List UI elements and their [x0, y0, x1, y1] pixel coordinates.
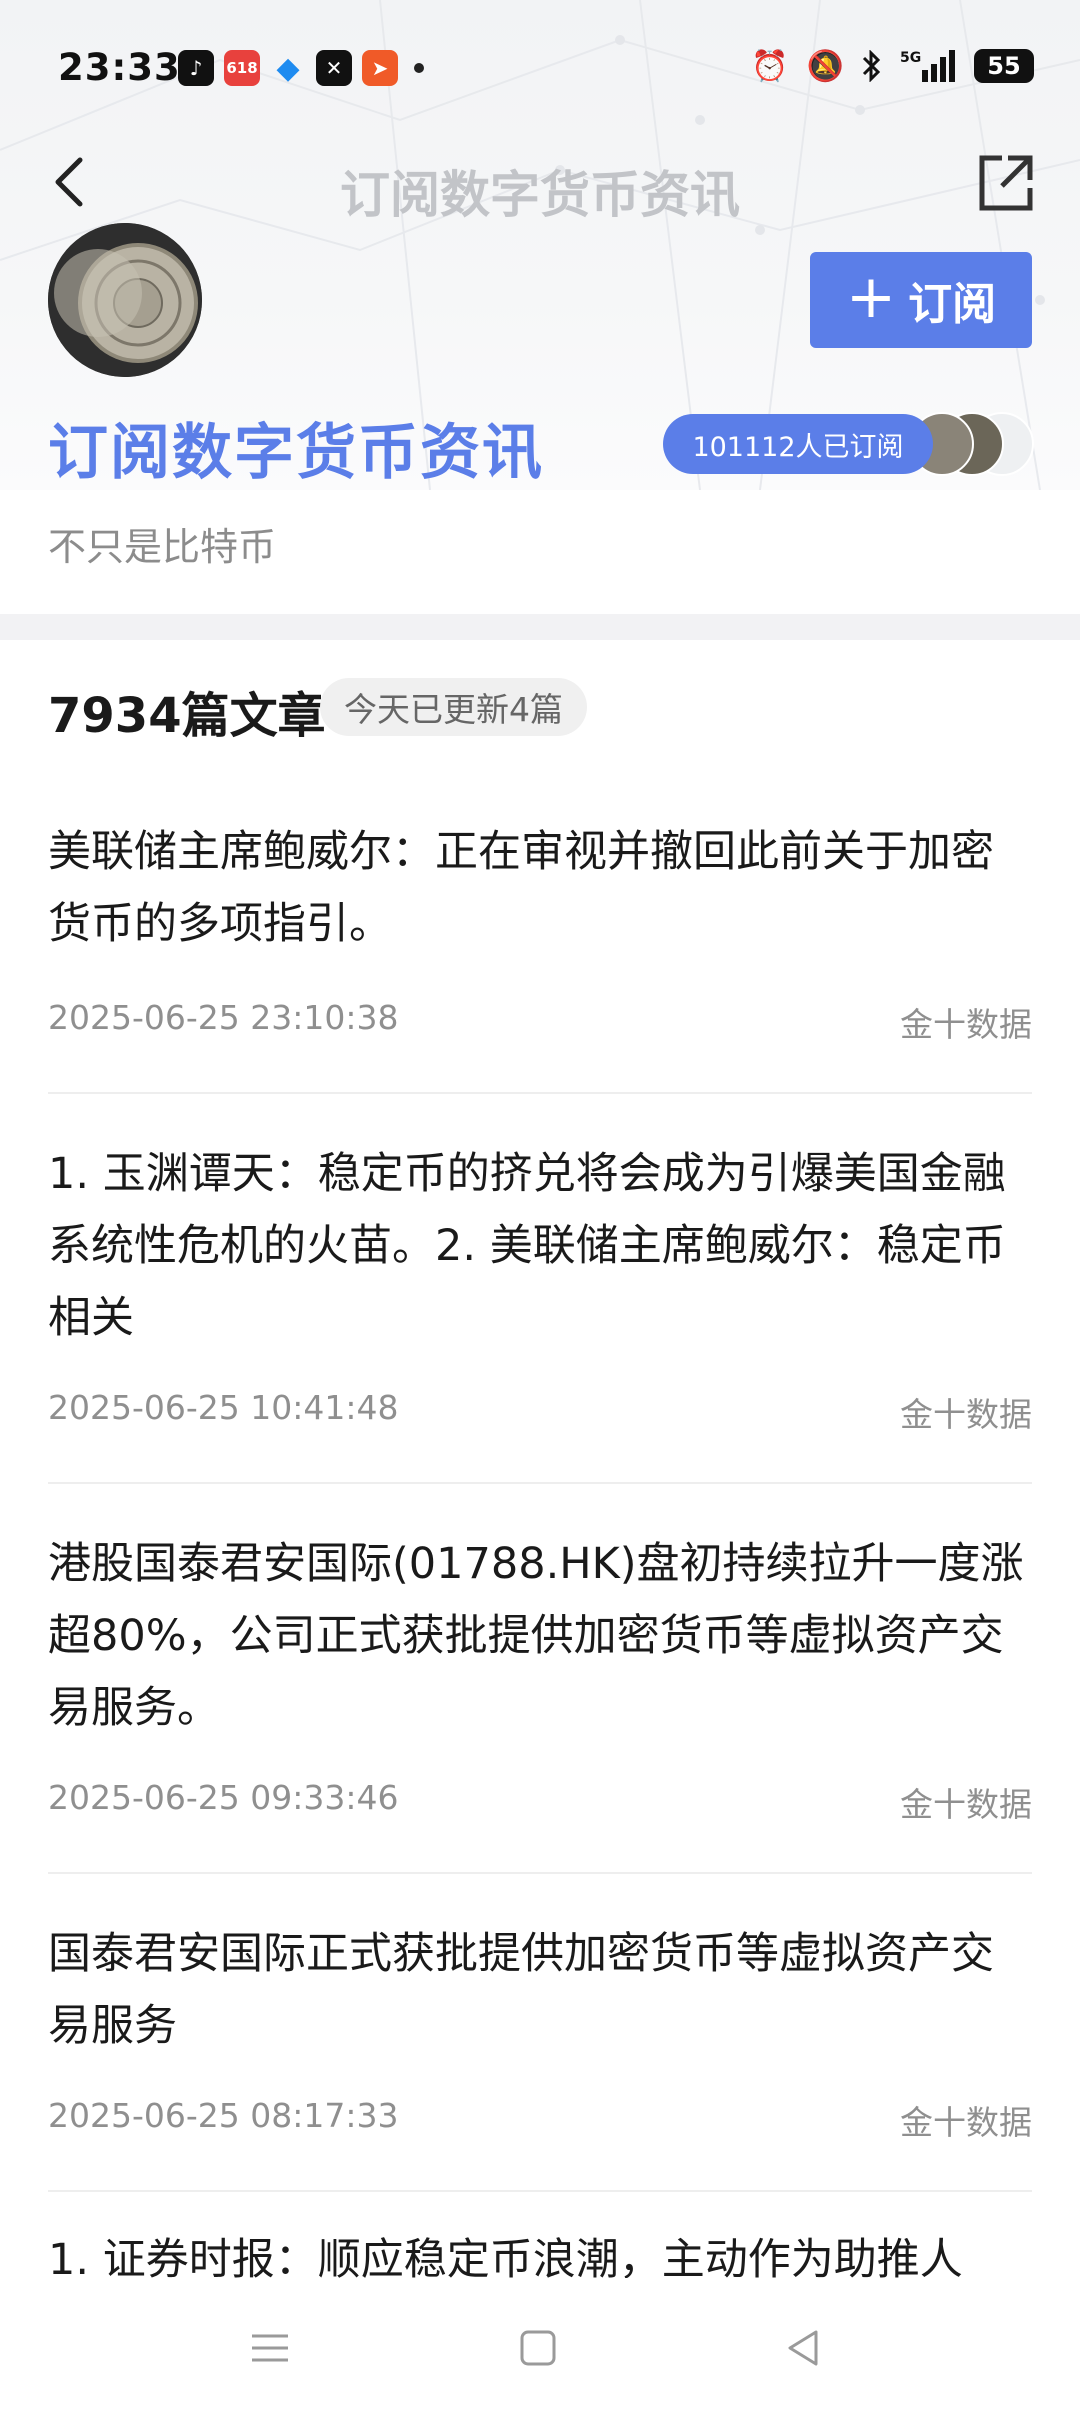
article-divider	[48, 1872, 1032, 1874]
article-item[interactable]: 港股国泰君安国际(01788.HK)盘初持续拉升一度涨超80%，公司正式获批提供…	[48, 1528, 1032, 1744]
channel-avatar	[48, 223, 202, 377]
channel-description: 不只是比特币	[48, 525, 277, 569]
capcut-icon: ✕	[316, 50, 352, 86]
article-item[interactable]: 美联储主席鲍威尔：正在审视并撤回此前关于加密货币的多项指引。	[48, 816, 1032, 960]
article-item[interactable]: 1. 玉渊谭天：稳定币的挤兑将会成为引爆美国金融系统性危机的火苗。2. 美联储主…	[48, 1138, 1032, 1354]
menu-key[interactable]	[240, 2318, 300, 2378]
article-item[interactable]: 1. 证券时报：顺应稳定币浪潮，主动作为助推人	[48, 2232, 1032, 2278]
alarm-icon: ⏰	[751, 48, 789, 84]
article-time: 2025-06-25 08:17:33	[48, 2096, 399, 2135]
article-meta: 2025-06-25 10:41:48 金十数据	[48, 1388, 1032, 1436]
home-square-icon	[520, 2330, 556, 2366]
battery-indicator: 55	[974, 49, 1034, 83]
share-button[interactable]	[976, 152, 1036, 214]
external-share-icon	[979, 155, 1033, 211]
article-count: 7934篇文章	[48, 688, 326, 744]
article-divider	[48, 1092, 1032, 1094]
status-time: 23:33	[58, 46, 181, 89]
article-source: 金十数据	[900, 2103, 1032, 2142]
more-notifications-dot	[414, 63, 424, 73]
article-title: 1. 玉渊谭天：稳定币的挤兑将会成为引爆美国金融系统性危机的火苗。2. 美联储主…	[48, 1149, 1006, 1343]
article-divider	[48, 1482, 1032, 1484]
mute-icon: 🔕	[806, 48, 844, 84]
article-title: 1. 证券时报：顺应稳定币浪潮，主动作为助推人	[48, 2235, 963, 2278]
signal-icon: 5G	[900, 48, 956, 84]
article-meta: 2025-06-25 23:10:38 金十数据	[48, 998, 1032, 1046]
system-navigation-bar	[0, 2278, 1080, 2412]
back-triangle-icon	[788, 2330, 818, 2366]
home-key[interactable]	[508, 2318, 568, 2378]
article-time: 2025-06-25 09:33:46	[48, 1778, 399, 1817]
menu-lines-icon	[252, 2334, 288, 2362]
svg-text:5G: 5G	[900, 50, 921, 66]
article-meta: 2025-06-25 09:33:46 金十数据	[48, 1778, 1032, 1826]
status-bar: 23:33 ♪ 618 ◆ ✕ ➤ ⏰ 🔕 5G 55	[0, 0, 1080, 140]
subscribe-button[interactable]: + 订阅	[810, 252, 1032, 348]
article-source: 金十数据	[900, 1785, 1032, 1824]
article-title: 国泰君安国际正式获批提供加密货币等虚拟资产交易服务	[48, 1929, 994, 2051]
back-button[interactable]	[46, 150, 92, 214]
back-arrow-icon	[55, 157, 83, 207]
subscriber-count-badge[interactable]: 101112人已订阅	[663, 414, 933, 474]
section-divider	[0, 614, 1080, 640]
article-time: 2025-06-25 10:41:48	[48, 1388, 399, 1427]
article-time: 2025-06-25 23:10:38	[48, 998, 399, 1037]
618-promo-icon: 618	[224, 50, 260, 86]
plus-icon: +	[845, 262, 897, 332]
article-source: 金十数据	[900, 1005, 1032, 1044]
bluetooth-icon	[862, 50, 882, 82]
article-meta: 2025-06-25 08:17:33 金十数据	[48, 2096, 1032, 2144]
article-title: 美联储主席鲍威尔：正在审视并撤回此前关于加密货币的多项指引。	[48, 827, 994, 949]
article-item[interactable]: 国泰君安国际正式获批提供加密货币等虚拟资产交易服务	[48, 1918, 1032, 2062]
system-icons: ⏰ 🔕 5G 55	[751, 48, 1034, 84]
notification-app-icons: ♪ 618 ◆ ✕ ➤	[178, 50, 424, 86]
article-title: 港股国泰君安国际(01788.HK)盘初持续拉升一度涨超80%，公司正式获批提供…	[48, 1539, 1024, 1733]
today-update-badge: 今天已更新4篇	[320, 678, 587, 736]
nav-title: 订阅数字货币资讯	[340, 166, 740, 224]
subscribe-label: 订阅	[908, 279, 997, 330]
back-key[interactable]	[774, 2318, 834, 2378]
article-divider	[48, 2190, 1032, 2192]
tiktok-icon: ♪	[178, 50, 214, 86]
bird-app-icon: ◆	[276, 50, 300, 86]
channel-name: 订阅数字货币资讯	[48, 418, 544, 488]
article-source: 金十数据	[900, 1395, 1032, 1434]
orange-app-icon: ➤	[362, 50, 398, 86]
